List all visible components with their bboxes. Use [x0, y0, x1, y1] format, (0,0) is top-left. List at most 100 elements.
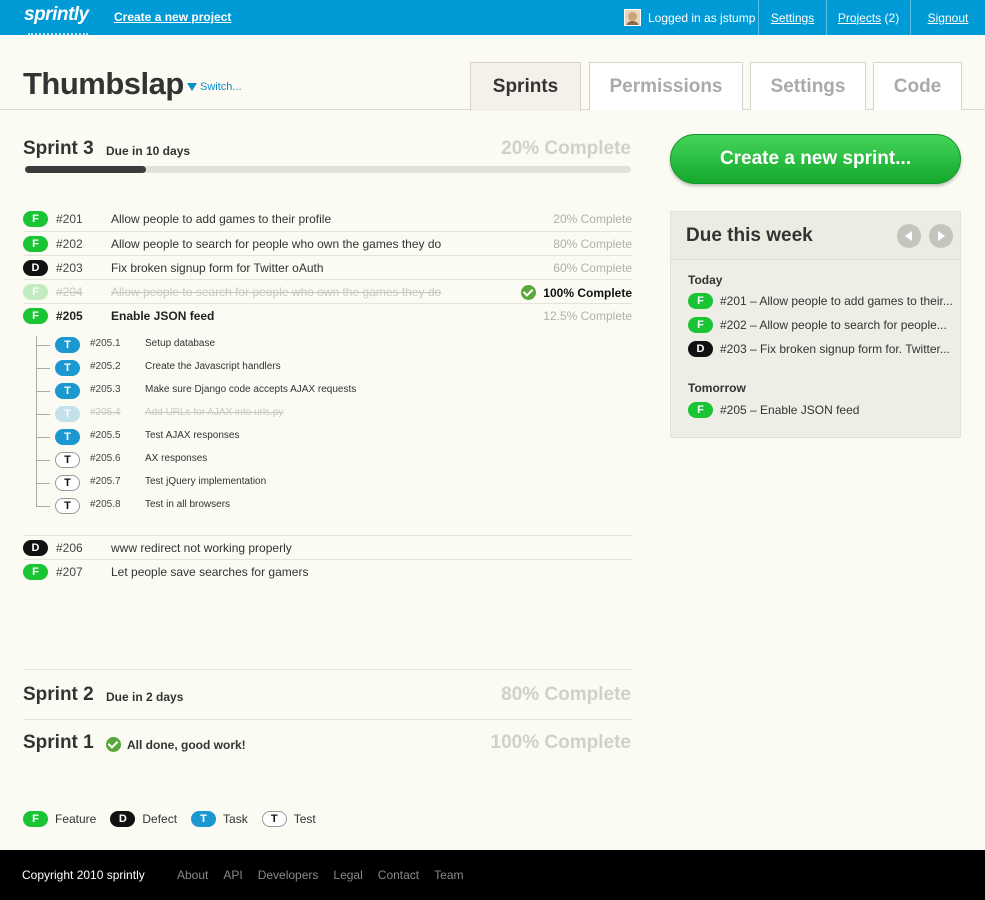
item-number: #203	[56, 261, 83, 275]
top-bar: sprintly Create a new project Logged in …	[0, 0, 985, 35]
due-this-week-panel: Due this week Today F #201 – Allow peopl…	[670, 211, 961, 438]
feature-badge: F	[23, 564, 48, 580]
item-201[interactable]: F #201 Allow people to add games to thei…	[23, 207, 632, 231]
subtask-number: #205.1	[90, 338, 121, 349]
tree-branch	[36, 391, 50, 392]
sprint-1-complete: 100% Complete	[490, 732, 631, 753]
item-progress: 80% Complete	[553, 237, 632, 251]
legend-label: Task	[223, 812, 248, 826]
feature-badge: F	[688, 402, 713, 418]
task-badge: T	[55, 337, 80, 353]
sprint-3-due: Due in 10 days	[106, 144, 191, 158]
due-item[interactable]: D #203 – Fix broken signup form for. Twi…	[688, 340, 958, 358]
footer: Copyright 2010 sprintly About API Develo…	[0, 850, 985, 900]
legend-defect: D Defect	[110, 811, 177, 827]
subtask-205-3[interactable]: T #205.3 Make sure Django code accepts A…	[55, 381, 615, 401]
item-number: #206	[56, 541, 83, 555]
item-203[interactable]: D #203 Fix broken signup form for Twitte…	[23, 255, 632, 279]
project-switch[interactable]: Switch...	[187, 81, 242, 93]
create-sprint-button[interactable]: Create a new sprint...	[670, 134, 961, 184]
footer-link-developers[interactable]: Developers	[258, 868, 319, 882]
subtask-title: Setup database	[145, 338, 216, 349]
sprint-divider	[23, 669, 632, 670]
feature-badge: F	[688, 293, 713, 309]
legend-test: T Test	[261, 811, 316, 827]
legend-label: Test	[293, 812, 316, 826]
subtask-title: Make sure Django code accepts AJAX reque…	[145, 384, 357, 395]
page-title: Thumbslap	[23, 66, 184, 101]
task-badge: T	[55, 360, 80, 376]
subtask-number: #205.4	[90, 407, 121, 418]
subtask-number: #205.8	[90, 499, 121, 510]
due-item-text: #203 – Fix broken signup form for. Twitt…	[720, 342, 950, 356]
sprint-3-progress-bar	[25, 166, 631, 173]
item-title: www redirect not working properly	[111, 541, 292, 555]
avatar	[624, 9, 641, 26]
tab-settings[interactable]: Settings	[750, 62, 866, 110]
subtask-205-6[interactable]: T #205.6 AX responses	[55, 450, 615, 470]
checkmark-icon	[521, 285, 537, 300]
footer-link-contact[interactable]: Contact	[378, 868, 419, 882]
item-title: Allow people to search for people who ow…	[111, 237, 442, 251]
footer-link-api[interactable]: API	[223, 868, 242, 882]
feature-badge: F	[23, 211, 48, 227]
item-title: Allow people to add games to their profi…	[111, 212, 332, 226]
tree-branch	[36, 483, 50, 484]
item-205[interactable]: F #205 Enable JSON feed 12.5% Complete	[23, 303, 632, 327]
subtask-title: Test AJAX responses	[145, 430, 240, 441]
subtask-205-2[interactable]: T #205.2 Create the Javascript handlers	[55, 358, 615, 378]
item-202[interactable]: F #202 Allow people to search for people…	[23, 231, 632, 255]
item-progress: 100% Complete	[521, 285, 632, 300]
sprint-3-title[interactable]: Sprint 3	[23, 138, 94, 160]
subtask-205-8[interactable]: T #205.8 Test in all browsers	[55, 496, 615, 516]
task-badge: T	[55, 429, 80, 445]
signout-link[interactable]: Signout	[910, 0, 985, 35]
item-206[interactable]: D #206 www redirect not working properly	[23, 535, 632, 559]
task-badge: T	[191, 811, 217, 827]
test-badge: T	[55, 498, 80, 514]
subtask-205-7[interactable]: T #205.7 Test jQuery implementation	[55, 473, 615, 493]
sprint-1-title[interactable]: Sprint 1	[23, 732, 94, 754]
footer-link-about[interactable]: About	[177, 868, 208, 882]
subtask-tree-line	[36, 336, 37, 507]
due-item[interactable]: F #202 – Allow people to search for peop…	[688, 316, 958, 334]
tree-branch	[36, 506, 50, 507]
due-item[interactable]: F #205 – Enable JSON feed	[688, 401, 958, 419]
subtask-205-5[interactable]: T #205.5 Test AJAX responses	[55, 427, 615, 447]
tree-branch	[36, 345, 50, 346]
tab-permissions[interactable]: Permissions	[589, 62, 743, 110]
next-arrow-icon[interactable]	[929, 224, 953, 248]
tab-code[interactable]: Code	[873, 62, 962, 110]
due-tomorrow-label: Tomorrow	[688, 381, 746, 395]
feature-badge: F	[23, 308, 48, 324]
sprint-2-title[interactable]: Sprint 2	[23, 684, 94, 706]
footer-link-legal[interactable]: Legal	[333, 868, 362, 882]
subtask-number: #205.6	[90, 453, 121, 464]
item-207[interactable]: F #207 Let people save searches for game…	[23, 559, 632, 583]
sprintly-logo[interactable]: sprintly	[24, 4, 89, 26]
subtask-205-4[interactable]: T #205.4 Add URLs for AJAX into urls.py	[55, 404, 615, 424]
prev-arrow-icon[interactable]	[897, 224, 921, 248]
item-title: Fix broken signup form for Twitter oAuth	[111, 261, 324, 275]
settings-link[interactable]: Settings	[758, 0, 826, 35]
top-nav: Settings Projects (2) Signout	[758, 0, 985, 35]
item-progress: 12.5% Complete	[543, 309, 632, 323]
projects-link[interactable]: Projects (2)	[826, 0, 910, 35]
due-panel-header: Due this week	[671, 212, 960, 260]
tab-sprints[interactable]: Sprints	[470, 62, 581, 111]
subtask-title: Create the Javascript handlers	[145, 361, 281, 372]
due-panel-title: Due this week	[686, 225, 813, 246]
feature-badge: F	[688, 317, 713, 333]
legend-feature: F Feature	[23, 811, 96, 827]
footer-links: About API Developers Legal Contact Team	[177, 868, 478, 882]
create-project-link[interactable]: Create a new project	[114, 10, 231, 24]
subtask-title: Add URLs for AJAX into urls.py	[145, 407, 284, 418]
footer-link-team[interactable]: Team	[434, 868, 463, 882]
item-number: #201	[56, 212, 83, 226]
due-item[interactable]: F #201 – Allow people to add games to th…	[688, 292, 958, 310]
item-204[interactable]: F #204 Allow people to search for people…	[23, 279, 632, 303]
item-progress: 20% Complete	[553, 212, 632, 226]
subtask-number: #205.2	[90, 361, 121, 372]
test-badge: T	[55, 475, 80, 491]
subtask-205-1[interactable]: T #205.1 Setup database	[55, 335, 615, 355]
